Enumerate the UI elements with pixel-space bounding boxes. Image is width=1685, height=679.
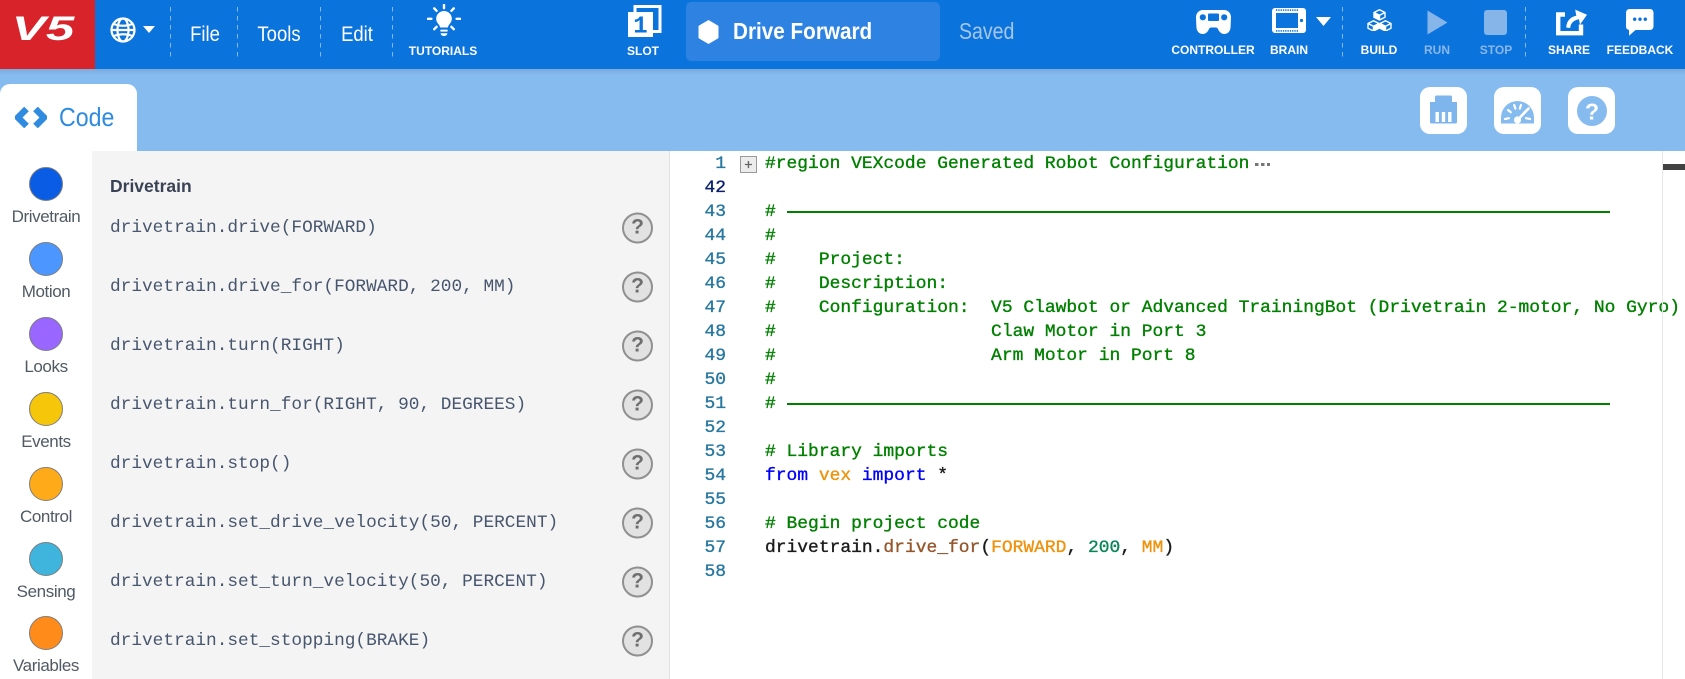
svg-text:1: 1 (633, 14, 647, 41)
svg-text:?: ? (1584, 98, 1598, 124)
